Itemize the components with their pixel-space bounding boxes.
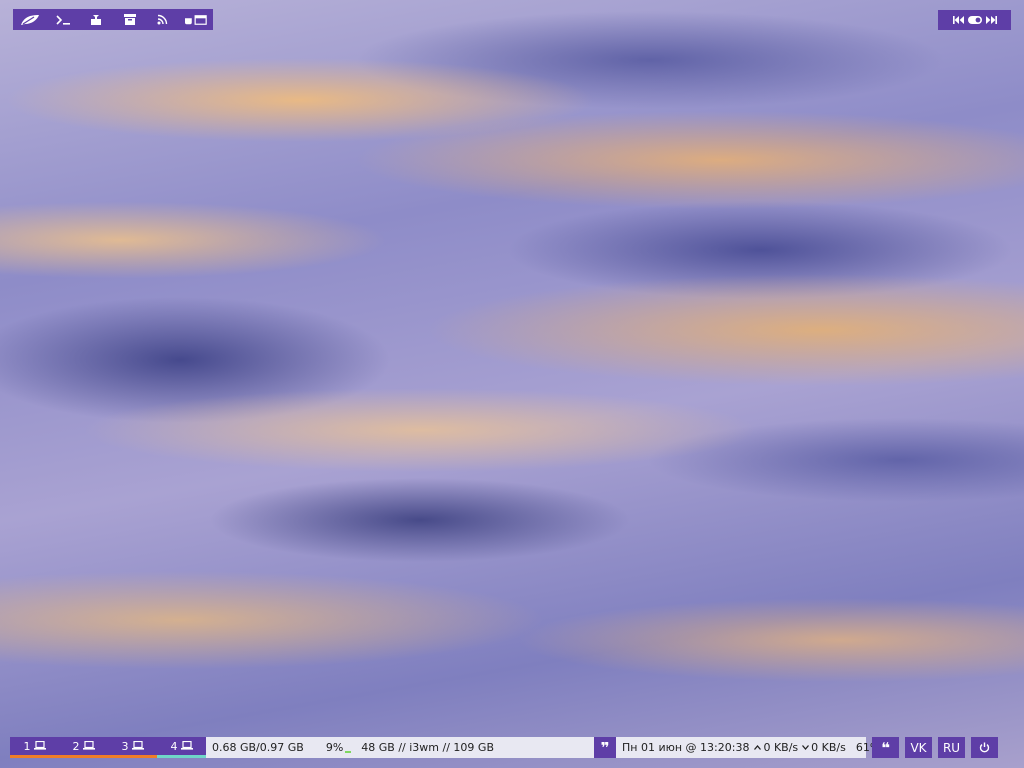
package-icon[interactable]	[85, 13, 107, 27]
quote-right-icon[interactable]: ❝	[872, 737, 899, 758]
datetime: Пн 01 июн @ 13:20:38	[622, 741, 750, 754]
previous-icon[interactable]	[952, 16, 965, 24]
workspace-4[interactable]: 4	[157, 737, 206, 758]
status-bar: 1 2 3 4 0.68 GB/0.97 GB 9% 48 GB // i3wm…	[10, 737, 1014, 758]
active-underline	[59, 755, 108, 758]
focused-underline	[157, 755, 206, 758]
workspace-3[interactable]: 3	[108, 737, 157, 758]
cpu-usage: 9%	[325, 741, 344, 754]
workspace-switcher: 1 2 3 4	[10, 737, 206, 758]
laptop-icon	[180, 740, 193, 753]
quote-left-icon[interactable]: ❞	[594, 737, 616, 758]
system-info: 0.68 GB/0.97 GB 9% 48 GB // i3wm // 109 …	[206, 737, 594, 758]
download-icon	[802, 745, 810, 750]
clock-network-battery: Пн 01 июн @ 13:20:38 0 KB/s 0 KB/s 61%	[616, 737, 880, 758]
workspace-1[interactable]: 1	[10, 737, 59, 758]
active-underline	[108, 755, 157, 758]
leaf-icon[interactable]	[19, 13, 41, 27]
toggle-icon[interactable]	[967, 16, 982, 24]
language-indicator[interactable]: RU	[938, 737, 965, 758]
laptop-icon	[33, 740, 46, 753]
workspace-label: 3	[121, 740, 129, 753]
terminal-icon[interactable]	[52, 13, 74, 27]
laptop-icon	[131, 740, 144, 753]
media-controls	[938, 10, 1011, 30]
workspace-label: 1	[23, 740, 31, 753]
active-underline	[10, 755, 59, 758]
vk-button[interactable]: VK	[905, 737, 932, 758]
net-upload: 0 KB/s	[763, 741, 799, 754]
launcher-bar	[13, 9, 213, 30]
power-button[interactable]	[971, 737, 998, 758]
workspace-2[interactable]: 2	[59, 737, 108, 758]
memory-usage: 0.68 GB/0.97 GB	[212, 741, 304, 754]
upload-icon	[754, 745, 762, 750]
next-icon[interactable]	[985, 16, 997, 24]
laptop-icon	[82, 740, 95, 753]
net-download: 0 KB/s	[811, 741, 846, 754]
disk-usage: 48 GB // i3wm // 109 GB	[361, 741, 494, 754]
rss-icon[interactable]	[152, 13, 174, 27]
window-icon[interactable]	[184, 13, 207, 27]
cpu-graph	[345, 750, 352, 753]
workspace-label: 4	[170, 740, 178, 753]
workspace-label: 2	[72, 740, 80, 753]
archive-icon[interactable]	[119, 13, 141, 27]
power-icon	[979, 742, 990, 753]
